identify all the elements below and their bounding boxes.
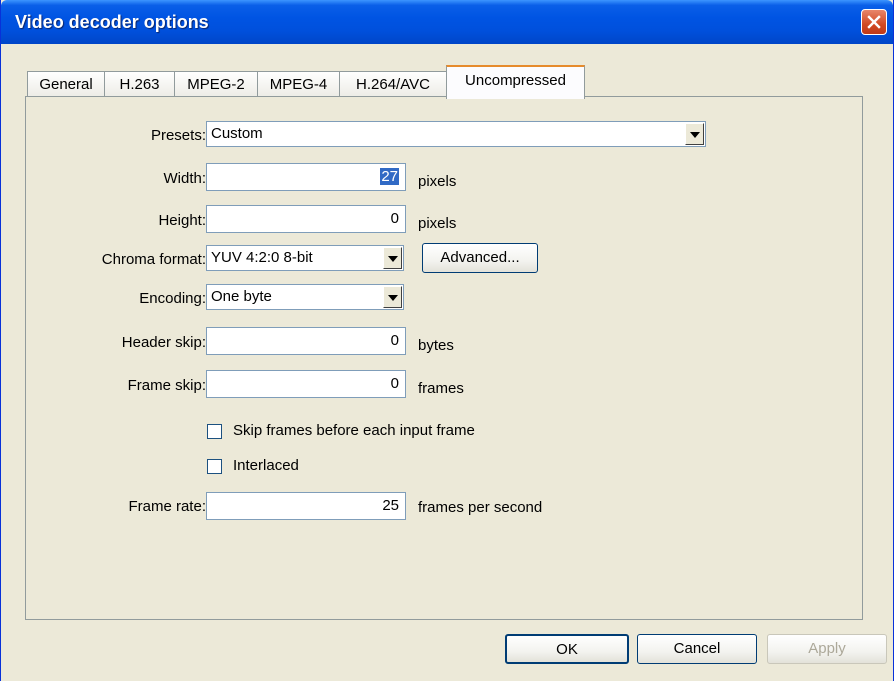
chroma-format-value: YUV 4:2:0 8-bit	[211, 249, 313, 266]
apply-button[interactable]: Apply	[767, 634, 887, 664]
ok-button[interactable]: OK	[505, 634, 629, 664]
tab-mpeg2[interactable]: MPEG-2	[174, 71, 258, 98]
tab-general[interactable]: General	[27, 71, 105, 98]
cancel-button[interactable]: Cancel	[637, 634, 757, 664]
width-input[interactable]: 27	[206, 163, 406, 191]
skip-frames-before-checkbox[interactable]	[207, 424, 222, 439]
encoding-value: One byte	[211, 288, 272, 305]
frame-skip-unit: frames	[418, 380, 464, 397]
width-value: 27	[380, 168, 399, 185]
tab-h263[interactable]: H.263	[104, 71, 175, 98]
window-title: Video decoder options	[15, 12, 209, 32]
chroma-format-label: Chroma format:	[101, 251, 206, 268]
header-skip-unit: bytes	[418, 337, 454, 354]
encoding-select[interactable]: One byte	[206, 284, 404, 310]
frame-rate-input[interactable]: 25	[206, 492, 406, 520]
tab-uncompressed[interactable]: Uncompressed	[446, 65, 585, 99]
skip-frames-before-label[interactable]: Skip frames before each input frame	[233, 422, 475, 439]
frame-skip-input[interactable]: 0	[206, 370, 406, 398]
advanced-button[interactable]: Advanced...	[422, 243, 538, 273]
header-skip-value: 0	[390, 332, 399, 349]
presets-select[interactable]: Custom	[206, 121, 706, 147]
header-skip-label: Header skip:	[121, 334, 206, 351]
frame-skip-value: 0	[390, 375, 399, 392]
header-skip-input[interactable]: 0	[206, 327, 406, 355]
close-icon	[867, 15, 881, 29]
tab-mpeg4[interactable]: MPEG-4	[257, 71, 340, 98]
tab-panel-uncompressed: Presets: Custom Width: 27 pixels Height:…	[25, 96, 863, 620]
chevron-down-icon[interactable]	[383, 286, 402, 308]
interlaced-label[interactable]: Interlaced	[233, 457, 299, 474]
encoding-label: Encoding:	[139, 290, 206, 307]
chroma-format-select[interactable]: YUV 4:2:0 8-bit	[206, 245, 404, 271]
close-button[interactable]	[861, 9, 887, 35]
height-label: Height:	[158, 212, 206, 229]
width-unit: pixels	[418, 173, 457, 190]
dialog-window: Video decoder options General H.263 MPEG…	[0, 0, 894, 681]
chevron-down-icon[interactable]	[383, 247, 402, 269]
height-unit: pixels	[418, 215, 457, 232]
frame-rate-label: Frame rate:	[128, 498, 206, 515]
presets-value: Custom	[211, 125, 263, 142]
width-label: Width:	[163, 170, 206, 187]
interlaced-checkbox[interactable]	[207, 459, 222, 474]
frame-skip-label: Frame skip:	[127, 377, 206, 394]
height-value: 0	[390, 210, 399, 227]
height-input[interactable]: 0	[206, 205, 406, 233]
chevron-down-icon[interactable]	[685, 123, 704, 145]
presets-label: Presets:	[150, 127, 206, 144]
frame-rate-unit: frames per second	[418, 499, 543, 516]
frame-rate-value: 25	[382, 497, 399, 514]
title-bar[interactable]: Video decoder options	[1, 0, 893, 44]
tab-h264-avc[interactable]: H.264/AVC	[339, 71, 447, 98]
